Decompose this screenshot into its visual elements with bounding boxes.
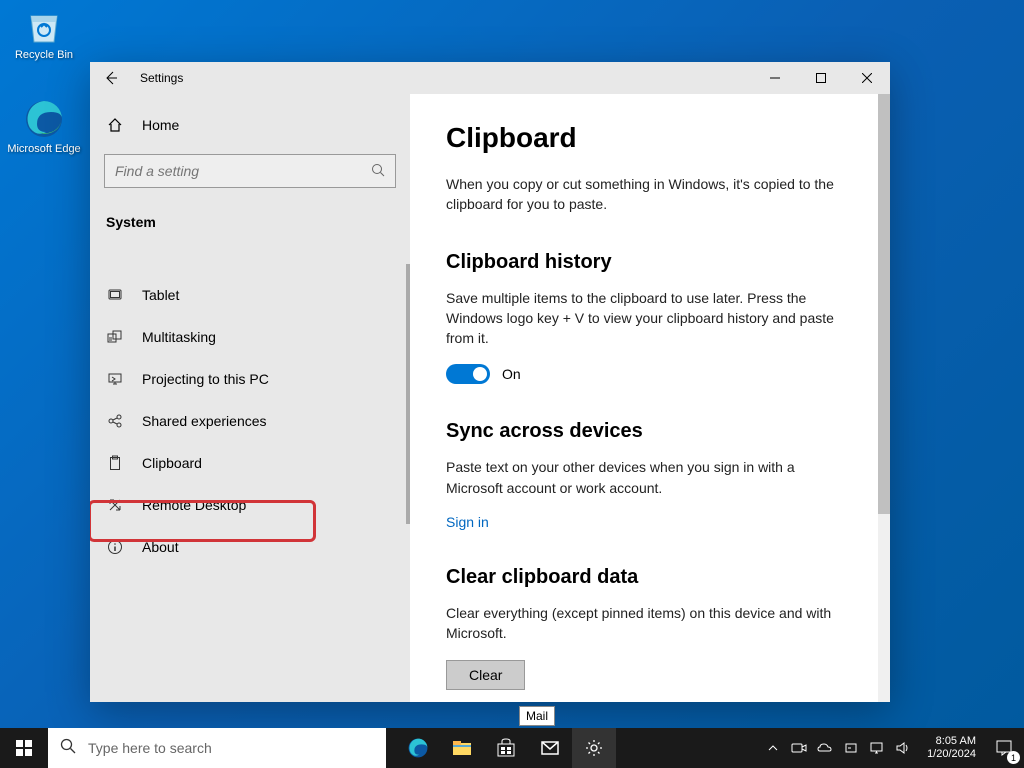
search-icon: [371, 163, 385, 180]
desktop-icon-edge[interactable]: Microsoft Edge: [6, 98, 82, 155]
taskbar-mail[interactable]: [528, 728, 572, 768]
notification-badge: 1: [1007, 751, 1020, 764]
projecting-icon: [106, 370, 124, 388]
sign-in-link[interactable]: Sign in: [446, 514, 489, 530]
search-icon: [60, 738, 76, 759]
recycle-bin-icon: [23, 4, 65, 46]
clear-button[interactable]: Clear: [446, 660, 525, 690]
about-icon: [106, 538, 124, 556]
sidebar-item-label: Clipboard: [142, 455, 202, 471]
sidebar: Home System Tablet Multitasking Projecti…: [90, 94, 410, 702]
tray-onedrive-icon[interactable]: [813, 728, 837, 768]
remote-icon: [106, 496, 124, 514]
history-section-title: Clipboard history: [446, 251, 854, 274]
titlebar: Settings: [90, 62, 890, 94]
arrow-annotation: [410, 336, 420, 391]
tray-network-icon[interactable]: [865, 728, 889, 768]
sidebar-item-remote[interactable]: Remote Desktop: [90, 484, 410, 526]
tablet-icon: [106, 286, 124, 304]
sidebar-item-multitasking[interactable]: Multitasking: [90, 316, 410, 358]
page-title: Clipboard: [446, 122, 854, 154]
sidebar-home[interactable]: Home: [90, 106, 410, 144]
action-center[interactable]: 1: [984, 728, 1024, 768]
window-title: Settings: [140, 71, 183, 85]
desktop-icon-label: Recycle Bin: [6, 49, 82, 61]
desktop-icon-recycle-bin[interactable]: Recycle Bin: [6, 4, 82, 61]
tray-meet-icon[interactable]: [787, 728, 811, 768]
taskbar-search[interactable]: Type here to search: [48, 728, 386, 768]
sidebar-item-label: Shared experiences: [142, 413, 267, 429]
taskbar-store[interactable]: [484, 728, 528, 768]
sidebar-item-label: Multitasking: [142, 329, 216, 345]
content-scrollbar[interactable]: [878, 94, 890, 702]
sidebar-home-label: Home: [142, 117, 179, 133]
taskbar-settings[interactable]: [572, 728, 616, 768]
sync-section-title: Sync across devices: [446, 420, 854, 443]
edge-icon: [23, 98, 65, 140]
clear-section-desc: Clear everything (except pinned items) o…: [446, 603, 854, 644]
sidebar-item-shared[interactable]: Shared experiences: [90, 400, 410, 442]
tray-overflow[interactable]: [761, 728, 785, 768]
taskbar-clock[interactable]: 8:05 AM 1/20/2024: [919, 735, 984, 761]
desktop-icon-label: Microsoft Edge: [6, 143, 82, 155]
system-tray: [761, 728, 919, 768]
history-toggle[interactable]: [446, 364, 490, 384]
page-description: When you copy or cut something in Window…: [446, 174, 854, 215]
tray-security-icon[interactable]: [839, 728, 863, 768]
toggle-state-label: On: [502, 366, 521, 382]
sync-section-desc: Paste text on your other devices when yo…: [446, 457, 854, 498]
sidebar-item-tablet[interactable]: Tablet: [90, 274, 410, 316]
sidebar-item-label: Remote Desktop: [142, 497, 246, 513]
multitasking-icon: [106, 328, 124, 346]
sidebar-category: System: [90, 206, 410, 254]
maximize-button[interactable]: [798, 62, 844, 94]
sidebar-item-clipboard[interactable]: Clipboard: [90, 442, 410, 484]
taskbar-edge[interactable]: [396, 728, 440, 768]
history-section-desc: Save multiple items to the clipboard to …: [446, 288, 854, 349]
taskbar: Type here to search 8:05 AM 1/20/2024 1: [0, 728, 1024, 768]
clock-date: 1/20/2024: [927, 748, 976, 761]
home-icon: [106, 116, 124, 134]
shared-icon: [106, 412, 124, 430]
settings-search[interactable]: [104, 154, 396, 188]
clipboard-icon: [106, 454, 124, 472]
tray-volume-icon[interactable]: [891, 728, 915, 768]
start-button[interactable]: [0, 728, 48, 768]
clock-time: 8:05 AM: [927, 735, 976, 748]
settings-search-input[interactable]: [115, 163, 371, 179]
taskbar-search-placeholder: Type here to search: [88, 740, 212, 756]
close-button[interactable]: [844, 62, 890, 94]
sidebar-item-about[interactable]: About: [90, 526, 410, 568]
sidebar-item-label: Tablet: [142, 287, 179, 303]
taskbar-explorer[interactable]: [440, 728, 484, 768]
content-pane: Clipboard When you copy or cut something…: [410, 94, 890, 702]
minimize-button[interactable]: [752, 62, 798, 94]
sidebar-item-projecting[interactable]: Projecting to this PC: [90, 358, 410, 400]
taskbar-tooltip: Mail: [519, 706, 555, 726]
clear-section-title: Clear clipboard data: [446, 566, 854, 589]
back-button[interactable]: [96, 63, 126, 93]
settings-window: Settings Home System Tablet: [90, 62, 890, 702]
sidebar-item-label: Projecting to this PC: [142, 371, 269, 387]
sidebar-item-label: About: [142, 539, 179, 555]
